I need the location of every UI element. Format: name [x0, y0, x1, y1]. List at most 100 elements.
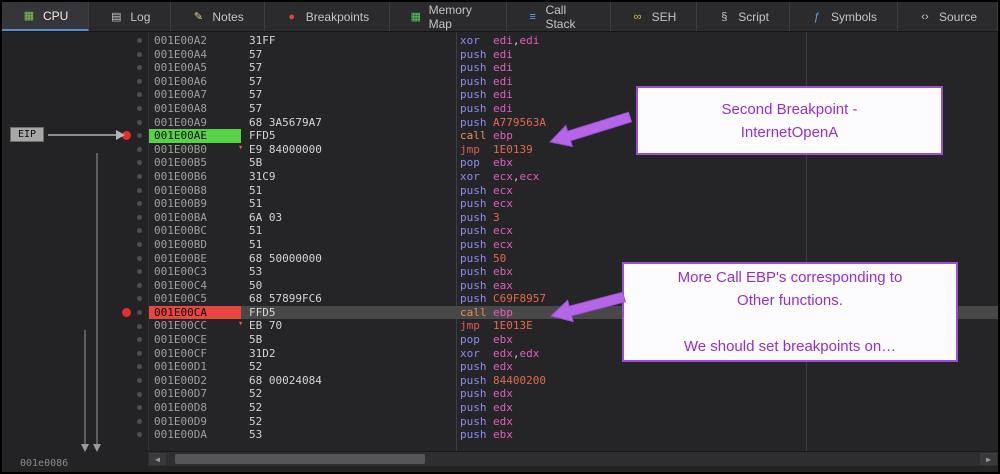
breakpoint-dot[interactable]	[122, 308, 131, 317]
address-cell: 001E00B5	[149, 156, 241, 170]
tab-label: Log	[130, 10, 150, 24]
disasm-row[interactable]: 001E00D268 00024084push84400200	[149, 374, 998, 388]
annotation-line: We should set breakpoints on…	[624, 335, 956, 358]
operand-reg: ebx	[493, 333, 513, 346]
address-cell: 001E00D8	[149, 401, 241, 415]
bytes-cell: 5B	[241, 333, 453, 347]
disasm-row[interactable]: 001E00BC51pushecx	[149, 224, 998, 238]
jump-down-icon: ▾	[238, 318, 243, 332]
disasm-row[interactable]: 001E00B631C9xorecx,ecx	[149, 170, 998, 184]
disasm-gutter	[2, 32, 148, 472]
operand-reg: edi	[493, 75, 513, 88]
eip-label: EIP	[10, 127, 44, 142]
bytes-cell: 50	[241, 279, 453, 293]
tab-label: CPU	[43, 9, 68, 23]
horizontal-scrollbar[interactable]: ◀ ▶	[148, 451, 998, 466]
address-cell: 001E00AE	[149, 129, 241, 143]
tab-memory-map[interactable]: ▦Memory Map	[390, 2, 507, 31]
operand-reg: ecx	[493, 238, 513, 251]
disasm-row[interactable]: 001E00B851pushecx	[149, 184, 998, 198]
bytes-cell: 52	[241, 415, 453, 429]
address-cell: 001E00A4	[149, 48, 241, 62]
disasm-row[interactable]: 001E00A231FFxoredi,edi	[149, 34, 998, 48]
address-cell: 001E00A7	[149, 88, 241, 102]
address-cell: 001E00A8	[149, 102, 241, 116]
instruction-cell: xoredi,edi	[453, 34, 998, 48]
operand-imm: C69F8957	[493, 292, 546, 305]
disasm-row[interactable]: 001E00D752pushedx	[149, 387, 998, 401]
tab-script[interactable]: §Script	[697, 2, 790, 31]
mnemonic: push	[460, 401, 493, 415]
operand-reg: ebp	[493, 306, 513, 319]
disasm-row[interactable]: 001E00D152pushedx	[149, 360, 998, 374]
disasm-row[interactable]: 001E00D852pushedx	[149, 401, 998, 415]
bytes-cell: 57	[241, 61, 453, 75]
tab-notes[interactable]: ✎Notes	[171, 2, 264, 31]
tab-seh[interactable]: ∞SEH	[611, 2, 698, 31]
operand-reg: ecx	[493, 197, 513, 210]
operand-reg: ecx	[520, 170, 540, 183]
tab-label: SEH	[652, 10, 677, 24]
scroll-left-button[interactable]: ◀	[149, 453, 166, 465]
jump-down-icon: ▾	[238, 142, 243, 156]
disasm-row[interactable]: 001E00B55Bpopebx	[149, 156, 998, 170]
mnemonic: push	[460, 197, 493, 211]
bytes-cell: 52	[241, 360, 453, 374]
disasm-row[interactable]: 001E00A457pushedi	[149, 48, 998, 62]
operand-imm: 84400200	[493, 374, 546, 387]
mnemonic: push	[460, 279, 493, 293]
annotation-note1: Second Breakpoint -InternetOpenA	[636, 86, 943, 155]
disasm-row[interactable]: 001E00BA6A 03push3	[149, 211, 998, 225]
mnemonic: push	[460, 252, 493, 266]
tab-bar: ▦ CPU ▤Log✎Notes●Breakpoints▦Memory Map≡Ca…	[2, 2, 998, 32]
bytes-cell: ▾EB 70	[241, 319, 453, 333]
operand-sep: ,	[513, 347, 520, 360]
operand-reg: edx	[493, 360, 513, 373]
tab-label: Script	[738, 10, 769, 24]
address-cell: 001E00A6	[149, 75, 241, 89]
address-cell: 001E00BA	[149, 211, 241, 225]
scroll-right-button[interactable]: ▶	[980, 453, 997, 465]
annotation-note2: More Call EBP's corresponding toOther fu…	[622, 262, 958, 362]
mnemonic: xor	[460, 170, 493, 184]
mnemonic: pop	[460, 156, 493, 170]
tab-source[interactable]: ‹›Source	[898, 2, 998, 31]
operand-reg: edi	[493, 88, 513, 101]
mnemonic: push	[460, 292, 493, 306]
address-cell: 001E00A2	[149, 34, 241, 48]
mnemonic: push	[460, 387, 493, 401]
operand-reg: ecx	[493, 184, 513, 197]
mnemonic: push	[460, 48, 493, 62]
bytes-cell: 68 3A5679A7	[241, 116, 453, 130]
bytes-cell: 31D2	[241, 347, 453, 361]
disasm-row[interactable]: 001E00B951pushecx	[149, 197, 998, 211]
cpu-icon: ▦	[22, 9, 36, 22]
tab-symbols[interactable]: ƒSymbols	[790, 2, 898, 31]
tab-cpu[interactable]: ▦ CPU	[2, 2, 89, 31]
operand-reg: ebp	[493, 129, 513, 142]
instruction-cell: pushedi	[453, 48, 998, 62]
operand-reg: ebx	[493, 156, 513, 169]
bytes-cell: 57	[241, 75, 453, 89]
operand-imm: 50	[493, 252, 506, 265]
address-cell: 001E00D7	[149, 387, 241, 401]
disasm-row[interactable]: 001E00BD51pushecx	[149, 238, 998, 252]
instruction-cell: pushedx	[453, 415, 998, 429]
status-address: 001e0086	[20, 458, 68, 469]
instruction-cell: pushecx	[453, 184, 998, 198]
instruction-cell: pushedx	[453, 360, 998, 374]
operand-reg: edx	[493, 347, 513, 360]
disasm-row[interactable]: 001E00A557pushedi	[149, 61, 998, 75]
operand-reg: edx	[493, 401, 513, 414]
tab-breakpoints[interactable]: ●Breakpoints	[265, 2, 390, 31]
tab-call-stack[interactable]: ≡Call Stack	[507, 2, 611, 31]
operand-reg: edx	[520, 347, 540, 360]
tab-log[interactable]: ▤Log	[89, 2, 171, 31]
operand-reg: edi	[520, 34, 540, 47]
bytes-cell: 51	[241, 197, 453, 211]
disasm-row[interactable]: 001E00D952pushedx	[149, 415, 998, 429]
disasm-row[interactable]: 001E00DA53pushebx	[149, 428, 998, 442]
call-stack-icon: ≡	[527, 11, 538, 23]
bytes-cell: 68 00024084	[241, 374, 453, 388]
scrollbar-thumb[interactable]	[175, 454, 425, 464]
